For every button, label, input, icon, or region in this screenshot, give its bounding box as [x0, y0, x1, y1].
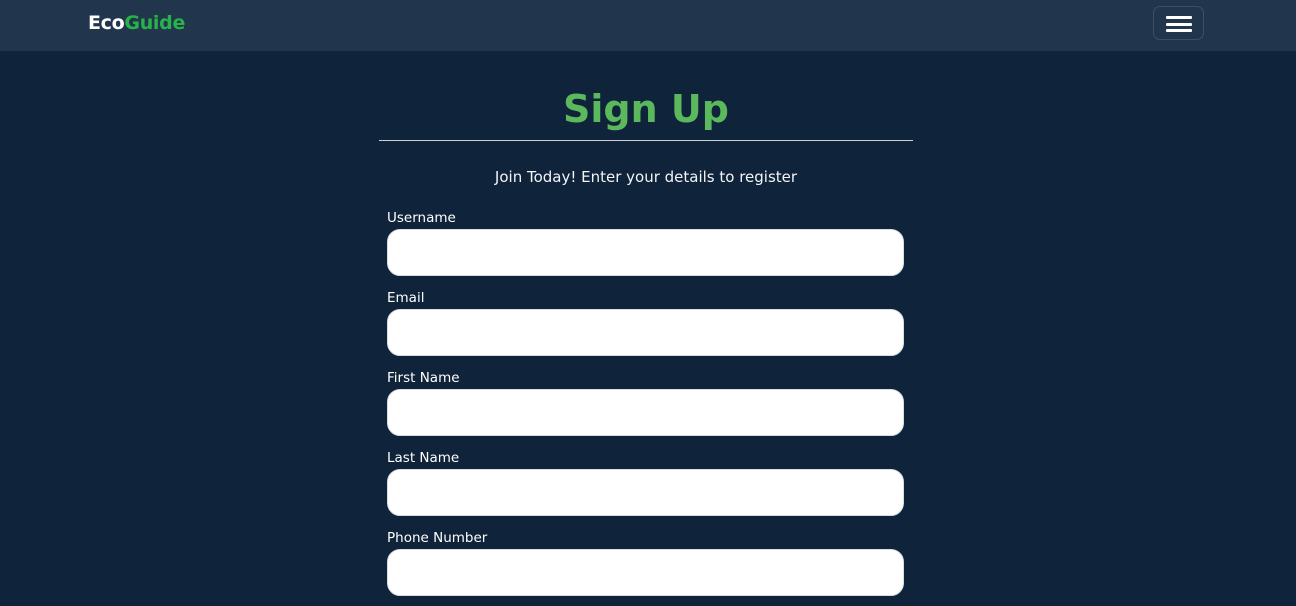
brand-logo-eco: Eco [88, 12, 125, 34]
brand-logo-guide: Guide [124, 12, 186, 34]
menu-toggle-button[interactable] [1153, 6, 1204, 40]
page-title: Sign Up [563, 87, 729, 131]
brand-logo[interactable]: EcoGuide [88, 12, 185, 34]
phone-number-input[interactable] [387, 549, 904, 596]
last-name-label: Last Name [387, 450, 460, 466]
first-name-input[interactable] [387, 389, 904, 436]
username-input[interactable] [387, 229, 904, 276]
page-subtitle: Join Today! Enter your details to regist… [494, 168, 798, 186]
first-name-label: First Name [387, 370, 460, 386]
last-name-input[interactable] [387, 469, 904, 516]
email-label: Email [387, 290, 425, 306]
email-input[interactable] [387, 309, 904, 356]
username-label: Username [387, 210, 456, 226]
title-divider [379, 140, 913, 141]
navbar: EcoGuide [0, 0, 1296, 51]
hamburger-menu-icon [1166, 16, 1192, 32]
phone-number-label: Phone Number [387, 530, 488, 546]
